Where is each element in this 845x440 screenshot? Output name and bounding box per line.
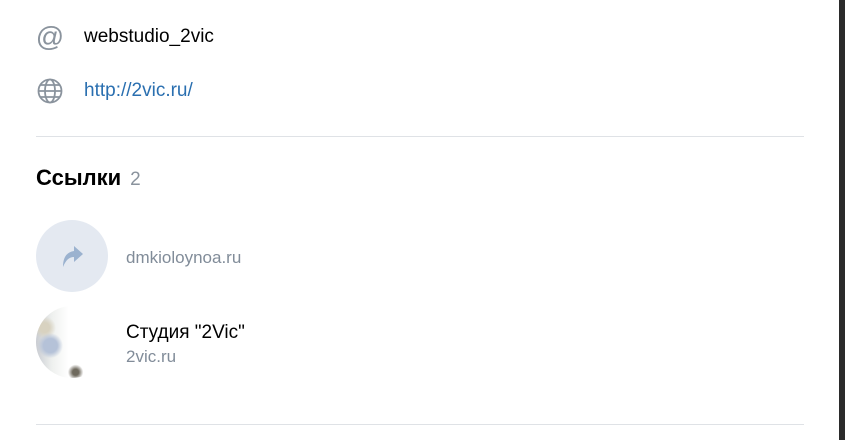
link-item[interactable]: Студия "2Vic" 2vic.ru bbox=[36, 306, 796, 378]
link-domain: dmkioloynoa.ru bbox=[126, 248, 242, 267]
link-thumbnail bbox=[36, 306, 108, 378]
divider bbox=[36, 136, 804, 137]
share-arrow-icon bbox=[57, 239, 87, 274]
link-thumbnail bbox=[36, 220, 108, 292]
username-text: webstudio_2vic bbox=[84, 26, 214, 47]
globe-icon bbox=[36, 77, 64, 105]
link-item[interactable]: dmkioloynoa.ru bbox=[36, 220, 796, 292]
at-icon: @ bbox=[35, 21, 65, 52]
links-count: 2 bbox=[130, 169, 141, 190]
website-link[interactable]: http://2vic.ru/ bbox=[84, 80, 193, 102]
section-title: Ссылки bbox=[36, 165, 122, 190]
window-edge bbox=[839, 0, 845, 440]
links-section-header: Ссылки 2 bbox=[36, 165, 141, 191]
divider bbox=[36, 424, 804, 425]
link-domain: 2vic.ru bbox=[126, 347, 177, 366]
username-row: @ webstudio_2vic bbox=[35, 21, 214, 52]
website-row: http://2vic.ru/ bbox=[36, 77, 193, 105]
link-title: Студия "2Vic" bbox=[126, 322, 245, 343]
